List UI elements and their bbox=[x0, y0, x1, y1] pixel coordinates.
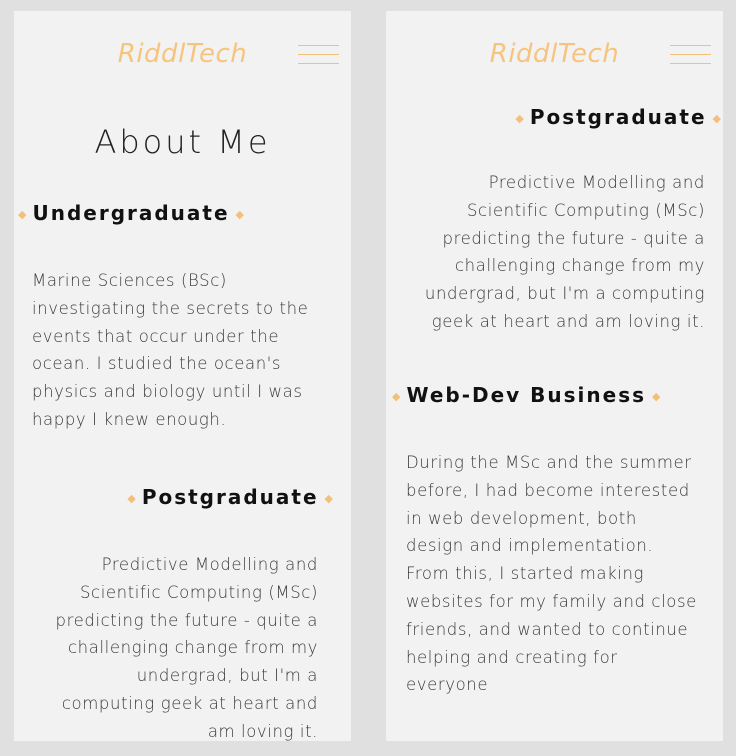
undergraduate-description: Marine Sciences (BSc) investigating the … bbox=[32, 271, 309, 429]
menu-line bbox=[298, 45, 339, 46]
diamond-bullet-icon: ◆ bbox=[324, 492, 333, 505]
postgraduate-description: Predictive Modelling and Scientific Comp… bbox=[424, 173, 705, 331]
diamond-bullet-icon: ◆ bbox=[392, 390, 401, 403]
menu-line bbox=[670, 63, 711, 64]
heading-label: Web-Dev Business bbox=[406, 383, 647, 407]
menu-line bbox=[670, 54, 711, 55]
menu-line bbox=[298, 54, 339, 55]
hamburger-menu-icon[interactable] bbox=[298, 45, 339, 65]
page-title: About Me bbox=[94, 123, 271, 161]
web-dev-business-description: During the MSc and the summer before, I … bbox=[406, 453, 697, 695]
diamond-bullet-icon: ◆ bbox=[515, 112, 524, 125]
diamond-bullet-icon: ◆ bbox=[712, 112, 721, 125]
web-dev-business-heading: ◆ Web-Dev Business ◆ bbox=[392, 383, 661, 407]
postgraduate-description: Predictive Modelling and Scientific Comp… bbox=[55, 555, 318, 741]
menu-line bbox=[298, 63, 339, 64]
diamond-bullet-icon: ◆ bbox=[127, 492, 136, 505]
undergraduate-heading: ◆ Undergraduate ◆ bbox=[18, 201, 244, 225]
right-mobile-view: RiddlTech ◆ Postgraduate ◆ Predictive Mode… bbox=[386, 11, 723, 741]
heading-label: Postgraduate bbox=[141, 485, 319, 509]
diamond-bullet-icon: ◆ bbox=[18, 208, 27, 221]
heading-label: Postgraduate bbox=[529, 105, 707, 129]
left-mobile-view: RiddlTech About Me ◆ Undergraduate ◆ Marin… bbox=[14, 11, 351, 741]
menu-line bbox=[670, 45, 711, 46]
diamond-bullet-icon: ◆ bbox=[652, 390, 661, 403]
postgraduate-heading: ◆ Postgraduate ◆ bbox=[127, 485, 333, 509]
diamond-bullet-icon: ◆ bbox=[235, 208, 245, 221]
postgraduate-heading: ◆ Postgraduate ◆ bbox=[515, 105, 721, 129]
hamburger-menu-icon[interactable] bbox=[670, 45, 711, 65]
heading-label: Undergraduate bbox=[32, 201, 230, 225]
